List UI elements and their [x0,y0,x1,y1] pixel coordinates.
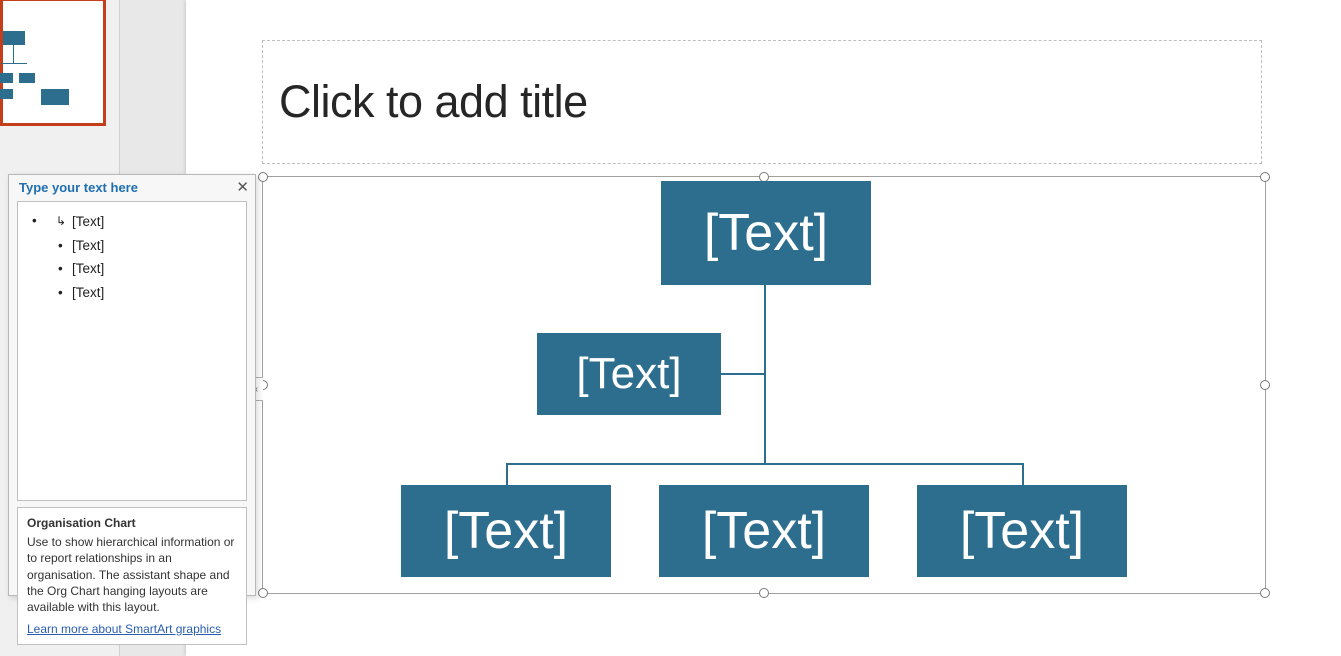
text-pane-title: Type your text here [19,180,138,195]
resize-handle-mid-right[interactable] [1260,380,1270,390]
outline-item-child[interactable]: [Text] [72,210,236,234]
smartart-text-pane[interactable]: Type your text here ✕ [Text] [Text] [Tex… [8,174,256,596]
connector-line [506,463,508,485]
org-node-child-3[interactable]: [Text] [917,485,1127,577]
resize-handle-bottom-left[interactable] [258,588,268,598]
text-pane-description: Organisation Chart Use to show hierarchi… [17,507,247,645]
connector-line [721,373,765,375]
org-node-label: [Text] [576,349,681,399]
outline-item-child[interactable]: [Text] [72,257,236,281]
text-pane-outline[interactable]: [Text] [Text] [Text] [Text] [17,201,247,501]
org-node-label: [Text] [702,501,826,561]
outline-item-label: [Text] [72,285,104,300]
desc-title: Organisation Chart [27,515,237,531]
connector-line [506,463,1024,465]
title-placeholder[interactable]: Click to add title [262,40,1262,164]
desc-body: Use to show hierarchical information or … [27,535,234,614]
outline-item-label: [Text] [72,261,104,276]
org-node-label: [Text] [444,501,568,561]
text-pane-header: Type your text here ✕ [9,175,255,199]
outline-item-label: [Text] [72,238,104,253]
org-node-child-1[interactable]: [Text] [401,485,611,577]
smartart-content-frame[interactable]: ‹ [Text] [Text] [Text] [Text] [Text] [262,176,1266,594]
org-node-label: [Text] [960,501,1084,561]
title-placeholder-text: Click to add title [279,76,588,128]
resize-handle-bottom-mid[interactable] [759,588,769,598]
resize-handle-top-left[interactable] [258,172,268,182]
connector-line [1022,463,1024,485]
resize-handle-top-right[interactable] [1260,172,1270,182]
outline-item-label: [Text] [72,214,104,229]
org-node-root[interactable]: [Text] [661,181,871,285]
org-node-child-2[interactable]: [Text] [659,485,869,577]
outline-item-child[interactable]: [Text] [72,234,236,258]
slide-thumbnail-1[interactable] [0,0,106,126]
close-icon[interactable]: ✕ [236,178,249,196]
outline-item-child[interactable]: [Text] [72,281,236,305]
slide-canvas[interactable]: Click to add title ‹ [Text] [Text] [Text… [186,0,1341,656]
org-node-assistant[interactable]: [Text] [537,333,721,415]
learn-more-link[interactable]: Learn more about SmartArt graphics [27,621,221,637]
resize-handle-bottom-right[interactable] [1260,588,1270,598]
org-node-label: [Text] [704,203,828,263]
